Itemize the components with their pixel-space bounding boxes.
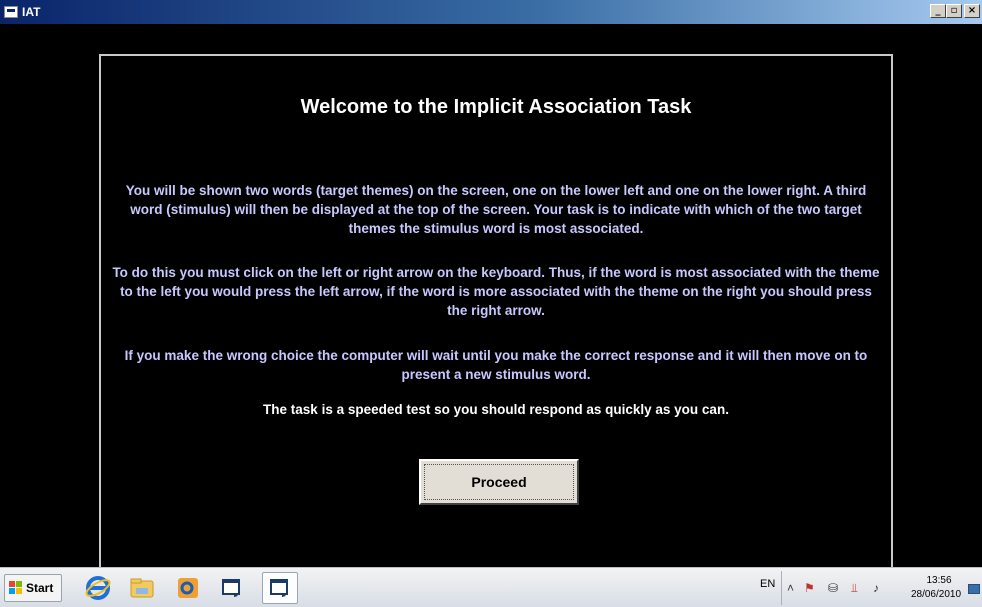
start-label: Start [26,581,54,595]
proceed-button[interactable]: Proceed [419,459,579,505]
taskbar-item-window-app[interactable] [214,572,250,604]
action-center-icon[interactable]: ⚑ [804,581,815,595]
show-desktop-button[interactable] [968,584,980,594]
file-explorer-icon [130,578,154,598]
window-titlebar[interactable]: IAT _ ▫ × [0,0,982,24]
window-title: IAT [22,5,41,19]
page-title: Welcome to the Implicit Association Task [300,96,692,118]
app-icon [4,6,18,18]
language-indicator[interactable]: EN [760,578,775,590]
window-app-icon [270,579,288,597]
instructions-paragraph-4: The task is a speeded test so you should… [263,402,729,417]
instructions-paragraph-3: If you make the wrong choice the compute… [124,348,868,382]
instructions-panel: Welcome to the Implicit Association Task… [99,54,893,574]
taskbar: Start EN ˄ ⚑ ⛁ ⫫ ♪ 13:56 28/06/2010 [0,567,982,607]
windows-logo-icon [9,581,23,595]
window-app-icon [222,579,240,597]
taskbar-item-outlook[interactable] [170,572,206,604]
close-button[interactable]: × [964,4,980,18]
clock-date[interactable]: 28/06/2010 [906,589,966,600]
clock-time[interactable]: 13:56 [913,575,965,586]
instructions-paragraph-2: To do this you must click on the left or… [112,265,880,318]
window-controls: _ ▫ × [930,4,980,18]
taskbar-item-iat-active[interactable] [262,572,298,604]
internet-explorer-icon [85,576,111,600]
show-hidden-icons-icon[interactable]: ˄ [787,581,794,595]
minimize-button[interactable]: _ [930,4,946,18]
outlook-icon [178,578,198,598]
taskbar-item-internet-explorer[interactable] [80,572,116,604]
taskbar-item-file-explorer[interactable] [124,572,160,604]
system-tray: ˄ ⚑ ⛁ ⫫ ♪ 13:56 28/06/2010 [781,571,980,605]
start-button[interactable]: Start [4,574,62,602]
network-icon[interactable]: ⫫ [851,581,858,596]
maximize-button[interactable]: ▫ [946,4,962,18]
usb-device-icon[interactable]: ⛁ [828,581,838,595]
instructions-paragraph-1: You will be shown two words (target them… [125,183,867,236]
volume-icon[interactable]: ♪ [873,581,879,595]
